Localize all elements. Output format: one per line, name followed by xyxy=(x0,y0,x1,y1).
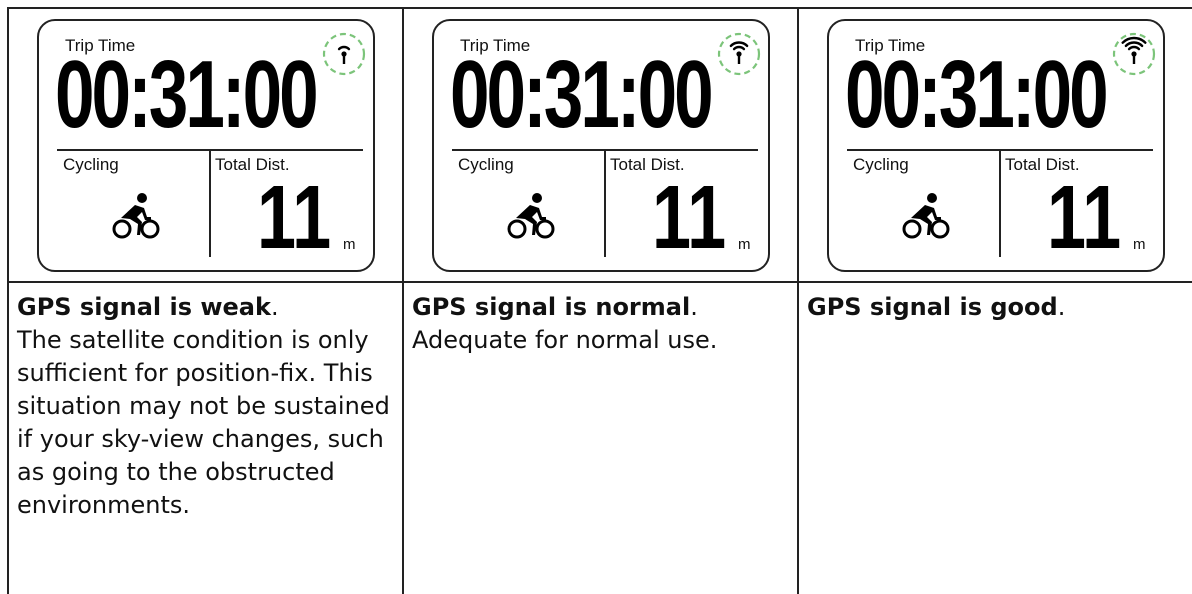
description-body: Adequate for normal use. xyxy=(412,326,718,354)
cyclist-icon xyxy=(112,193,160,239)
device-screen: Trip Time 00:31:00 Cycling Total Dist. 1… xyxy=(827,19,1165,272)
gps-signal-weak-icon xyxy=(322,32,366,76)
description-body: The satellite condition is only sufficie… xyxy=(17,326,390,519)
divider-vertical xyxy=(999,149,1001,257)
description-cell-weak: GPS signal is weak. The satellite condit… xyxy=(7,281,402,594)
activity-label: Cycling xyxy=(853,155,909,174)
description-title-period: . xyxy=(270,293,279,321)
total-distance-value: 11 xyxy=(1047,168,1122,268)
description-title: GPS signal is normal xyxy=(412,293,691,321)
divider-vertical xyxy=(604,149,606,257)
description-title-period: . xyxy=(1057,293,1066,321)
trip-time-value: 00:31:00 xyxy=(450,41,714,148)
trip-time-value: 00:31:00 xyxy=(845,41,1109,148)
activity-label: Cycling xyxy=(63,155,119,174)
description: GPS signal is weak. The satellite condit… xyxy=(17,291,395,522)
description-cell-normal: GPS signal is normal. Adequate for norma… xyxy=(402,281,797,594)
description-title: GPS signal is weak xyxy=(17,293,271,321)
total-distance-value: 11 xyxy=(652,168,727,268)
description-title-period: . xyxy=(690,293,698,321)
divider-vertical xyxy=(209,149,211,257)
screen-cell-weak: Trip Time 00:31:00 Cycling Total Dist. 1… xyxy=(7,7,402,281)
cyclist-icon xyxy=(902,193,950,239)
distance-unit: m xyxy=(1133,236,1146,253)
cyclist-icon xyxy=(507,193,555,239)
distance-unit: m xyxy=(343,236,356,253)
description-cell-good: GPS signal is good. xyxy=(797,281,1192,594)
gps-signal-arc xyxy=(732,45,746,51)
total-distance-value: 11 xyxy=(257,168,332,268)
screen-cell-good: Trip Time 00:31:00 Cycling Total Dist. 1… xyxy=(797,7,1192,281)
gps-signal-arc xyxy=(1124,41,1144,48)
gps-signal-good-icon xyxy=(1112,32,1156,76)
gps-signal-arc xyxy=(729,41,749,48)
description: GPS signal is normal. Adequate for norma… xyxy=(412,291,790,357)
distance-unit: m xyxy=(738,236,751,253)
trip-time-value: 00:31:00 xyxy=(55,41,319,148)
description: GPS signal is good. xyxy=(807,291,1185,324)
gps-signal-arc xyxy=(337,45,351,51)
activity-label: Cycling xyxy=(458,155,514,174)
description-title: GPS signal is good xyxy=(807,293,1058,321)
device-screen: Trip Time 00:31:00 Cycling Total Dist. 1… xyxy=(432,19,770,272)
gps-signal-arc xyxy=(1127,45,1141,51)
gps-signal-normal-icon xyxy=(717,32,761,76)
gps-signal-table: Trip Time 00:31:00 Cycling Total Dist. 1… xyxy=(7,7,1192,594)
device-screen: Trip Time 00:31:00 Cycling Total Dist. 1… xyxy=(37,19,375,272)
screen-cell-normal: Trip Time 00:31:00 Cycling Total Dist. 1… xyxy=(402,7,797,281)
